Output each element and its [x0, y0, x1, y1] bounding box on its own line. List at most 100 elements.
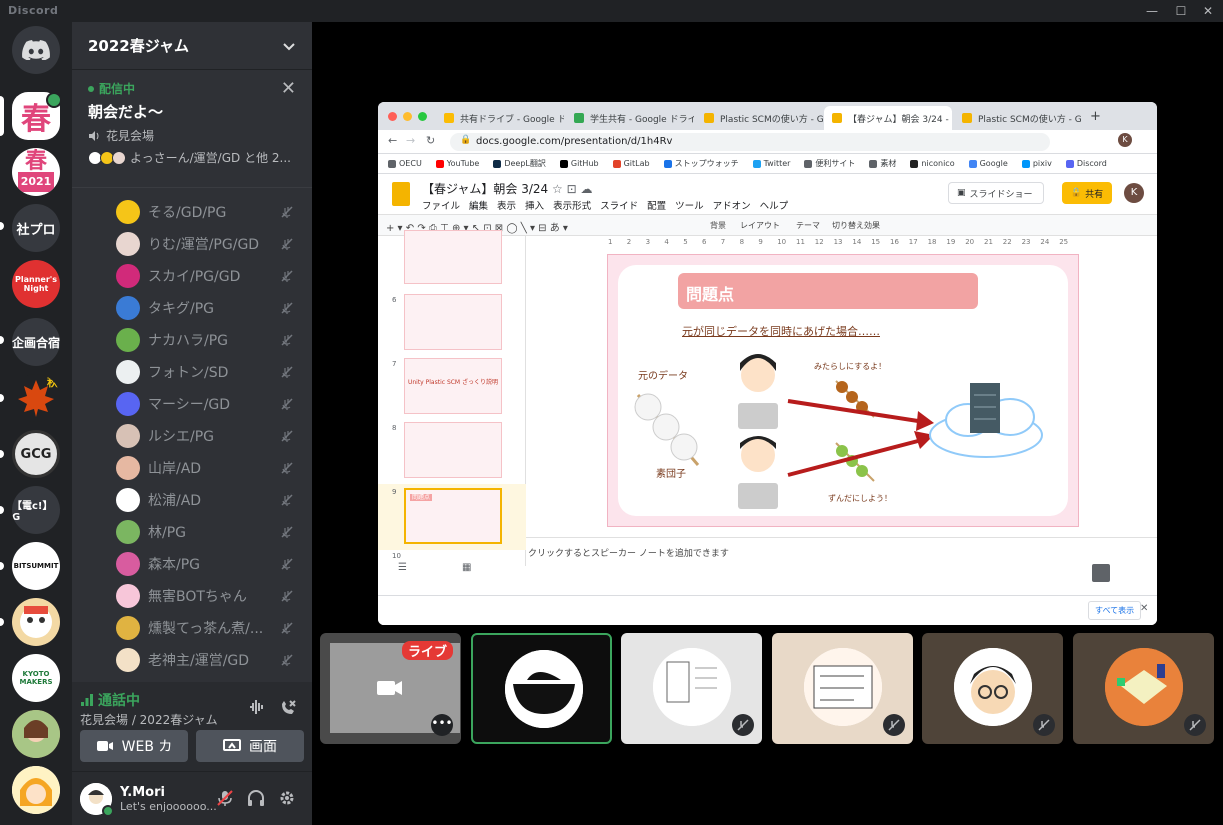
stream-preview-tile[interactable]: ライブ ••• — [320, 633, 461, 744]
voice-member[interactable]: 林/PG — [72, 516, 312, 548]
browser-tab[interactable]: Plastic SCMの使い方 - Go — [954, 106, 1082, 130]
voice-member[interactable]: スカイ/PG/GD — [72, 260, 312, 292]
slides-logo-icon[interactable] — [392, 182, 410, 206]
grid-view-icon[interactable]: ☰ — [398, 562, 407, 573]
menu-item[interactable]: ヘルプ — [760, 198, 789, 212]
server-bitsummit[interactable]: BITSUMMIT — [12, 542, 60, 590]
bookmark-item[interactable]: DeepL翻訳 — [493, 158, 546, 169]
slide-thumbnail[interactable] — [404, 422, 502, 478]
close-window-button[interactable]: ✕ — [1193, 0, 1223, 22]
screen-share-button[interactable]: 画面 — [196, 730, 304, 762]
menu-item[interactable]: アドオン — [713, 198, 751, 212]
document-title[interactable]: 【春ジャム】朝会 3/24 ☆ ⊡ ☁ — [422, 180, 592, 197]
toolbar-background[interactable]: 背景 — [710, 220, 726, 231]
headphones-icon[interactable] — [247, 789, 265, 807]
participant-tile[interactable] — [772, 633, 913, 744]
server-planners-night[interactable]: Planner's Night — [12, 260, 60, 308]
profile-avatar[interactable]: K — [1118, 133, 1132, 147]
bookmark-item[interactable]: 便利サイト — [804, 158, 855, 169]
more-options-icon[interactable]: ••• — [431, 714, 453, 736]
voice-member[interactable]: フォトン/SD — [72, 356, 312, 388]
voice-member[interactable]: りむ/運営/PG/GD — [72, 228, 312, 260]
bookmark-item[interactable]: GitHub — [559, 159, 599, 168]
gear-icon[interactable] — [278, 789, 296, 807]
current-slide[interactable]: 問題点 元が同じデータを同時にあげた場合…… 元のデータ 素団子 みたらしにする… — [607, 254, 1079, 527]
bookmark-item[interactable]: pixiv — [1021, 159, 1052, 168]
bookmark-item[interactable]: Twitter — [752, 159, 790, 168]
speaker-notes[interactable]: クリックするとスピーカー ノートを追加できます — [526, 537, 1157, 597]
filmstrip-view-icon[interactable]: ▦ — [462, 562, 471, 573]
voice-member[interactable]: タキグ/PG — [72, 292, 312, 324]
server-sha-pro[interactable]: 社プロ — [12, 204, 60, 252]
toolbar-theme[interactable]: テーマ — [796, 220, 820, 231]
bookmark-item[interactable]: OECU — [388, 159, 422, 168]
voice-member[interactable]: 松浦/AD — [72, 484, 312, 516]
disconnect-icon[interactable] — [278, 698, 298, 718]
new-tab-icon[interactable]: + — [1090, 109, 1101, 124]
show-all-button[interactable]: すべて表示 — [1088, 601, 1142, 620]
server-mascot[interactable] — [12, 598, 60, 646]
toolbar-transition[interactable]: 切り替え効果 — [832, 220, 880, 231]
voice-member[interactable]: ルシエ/PG — [72, 420, 312, 452]
bookmark-item[interactable]: 素材 — [869, 158, 896, 169]
share-button[interactable]: 🔒 共有 — [1062, 182, 1112, 204]
participant-tile[interactable] — [922, 633, 1063, 744]
voice-member[interactable]: マーシー/GD — [72, 388, 312, 420]
menu-item[interactable]: 編集 — [469, 198, 488, 212]
explore-icon[interactable] — [1092, 564, 1110, 582]
voice-member[interactable]: 燻製てっ茶ん煮/... — [72, 612, 312, 644]
bookmark-item[interactable]: Google — [968, 159, 1008, 168]
slide-thumbnail-selected[interactable]: 問題点 — [404, 488, 502, 544]
camera-button[interactable]: WEB カ — [80, 730, 188, 762]
toolbar-layout[interactable]: レイアウト — [740, 220, 780, 231]
browser-tab[interactable]: 学生共有 - Google ドライ — [566, 106, 694, 130]
browser-tab[interactable]: 共有ドライブ - Google ド — [436, 106, 564, 130]
back-icon[interactable]: ← — [388, 134, 397, 147]
server-kyoto-makers[interactable]: KYOTO MAKERS — [12, 654, 60, 702]
server-denc[interactable]: 【電c!】G — [12, 486, 60, 534]
menu-item[interactable]: ツール — [675, 198, 704, 212]
voice-member[interactable]: 森本/PG — [72, 548, 312, 580]
voice-member[interactable]: 老神主/運営/GD — [72, 644, 312, 676]
close-downloads-icon[interactable]: ✕ — [1140, 603, 1148, 614]
slide-thumbnail[interactable] — [404, 294, 502, 350]
slide-thumbnail[interactable]: Unity Plastic SCM ざっくり説明 — [404, 358, 502, 414]
browser-tab-active[interactable]: 【春ジャム】朝会 3/24 - G — [824, 106, 952, 130]
bookmark-item[interactable]: ストップウォッチ — [663, 158, 739, 169]
menu-item[interactable]: 挿入 — [525, 198, 544, 212]
url-input[interactable]: 🔒 docs.google.com/presentation/d/1h4Rv — [450, 133, 1050, 151]
mic-muted-icon[interactable] — [216, 789, 234, 807]
menu-item[interactable]: ファイル — [422, 198, 460, 212]
home-button[interactable] — [12, 26, 60, 74]
noise-suppression-icon[interactable] — [248, 698, 266, 716]
close-icon[interactable]: ✕ — [281, 78, 296, 99]
account-avatar[interactable]: K — [1124, 183, 1144, 203]
slideshow-button[interactable]: ▣ スライドショー — [948, 182, 1044, 204]
server-gcg[interactable]: GCG — [12, 430, 60, 478]
avatar[interactable] — [80, 782, 114, 817]
forward-icon[interactable]: → — [406, 134, 415, 147]
server-haru-2021[interactable]: 春 2021 — [12, 148, 60, 196]
voice-member[interactable]: 無害BOTちゃん — [72, 580, 312, 612]
menu-item[interactable]: 表示形式 — [553, 198, 591, 212]
voice-member[interactable]: 山岸/AD — [72, 452, 312, 484]
screen-share-view[interactable]: 共有ドライブ - Google ド 学生共有 - Google ドライ Plas… — [378, 102, 1157, 625]
maximize-button[interactable]: ☐ — [1166, 0, 1196, 22]
browser-tab[interactable]: Plastic SCMの使い方 - Go — [696, 106, 824, 130]
bookmark-item[interactable]: YouTube — [435, 159, 479, 168]
minimize-button[interactable]: — — [1137, 0, 1167, 22]
user-info[interactable]: Y.Mori Let's enjoooooo... — [120, 785, 216, 813]
bookmark-item[interactable]: niconico — [910, 159, 955, 168]
menu-item[interactable]: スライド — [600, 198, 638, 212]
bookmark-item[interactable]: Discord — [1065, 159, 1107, 168]
bookmark-item[interactable]: GitLab — [612, 159, 650, 168]
server-photo[interactable] — [12, 710, 60, 758]
participant-tile[interactable] — [1073, 633, 1214, 744]
participant-tile-speaking[interactable] — [471, 633, 612, 744]
menu-item[interactable]: 配置 — [647, 198, 666, 212]
participant-tile[interactable] — [621, 633, 762, 744]
server-kikaku-gasshuku[interactable]: 企画合宿 — [12, 318, 60, 366]
menu-item[interactable]: 表示 — [497, 198, 516, 212]
voice-member[interactable]: ナカハラ/PG — [72, 324, 312, 356]
guild-header[interactable]: 2022春ジャム — [72, 22, 312, 70]
